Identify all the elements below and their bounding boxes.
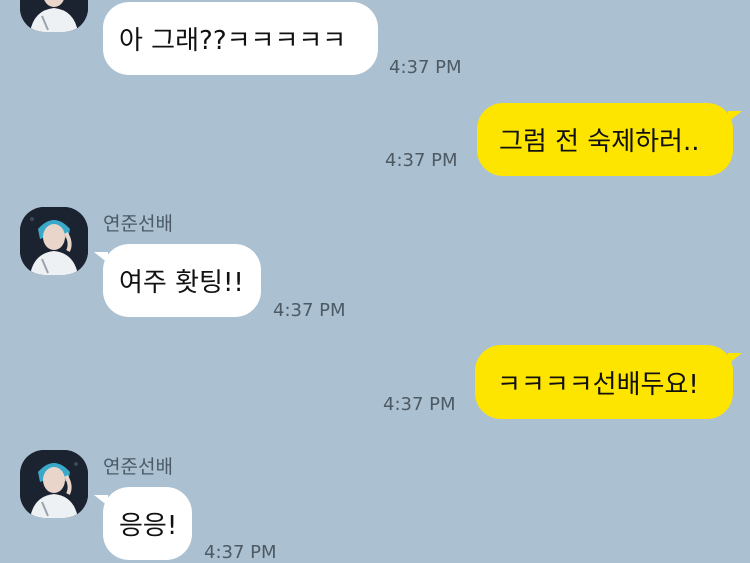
- message-text: 아 그래??ㅋㅋㅋㅋㅋ: [119, 26, 347, 56]
- message-time: 4:37 PM: [385, 150, 458, 171]
- avatar[interactable]: [20, 0, 88, 32]
- message-time: 4:37 PM: [273, 300, 346, 321]
- message-bubble[interactable]: 아 그래??ㅋㅋㅋㅋㅋ: [103, 2, 378, 75]
- message-bubble[interactable]: ㅋㅋㅋㅋ선배두요!: [475, 345, 742, 419]
- message-text: 응응!: [119, 511, 178, 541]
- message-text: 그럼 전 숙제하러..: [499, 127, 700, 157]
- message-bubble[interactable]: 응응!: [94, 487, 192, 560]
- message-time: 4:37 PM: [204, 542, 277, 563]
- message-bubble[interactable]: 그럼 전 숙제하러..: [477, 103, 742, 176]
- message-text: 여주 홧팅!!: [119, 268, 244, 298]
- message-text: ㅋㅋㅋㅋ선배두요!: [497, 369, 699, 400]
- sender-name: 연준선배: [103, 456, 173, 478]
- sender-name: 연준선배: [103, 213, 173, 235]
- message-bubble[interactable]: 여주 홧팅!!: [94, 244, 261, 317]
- avatar[interactable]: [20, 207, 88, 275]
- message-time: 4:37 PM: [383, 394, 456, 415]
- chat-window: 아 그래??ㅋㅋㅋㅋㅋ 4:37 PM 4:37 PM 그럼 전 숙제하러.. …: [0, 0, 750, 563]
- message-time: 4:37 PM: [389, 57, 462, 78]
- avatar[interactable]: [20, 450, 88, 518]
